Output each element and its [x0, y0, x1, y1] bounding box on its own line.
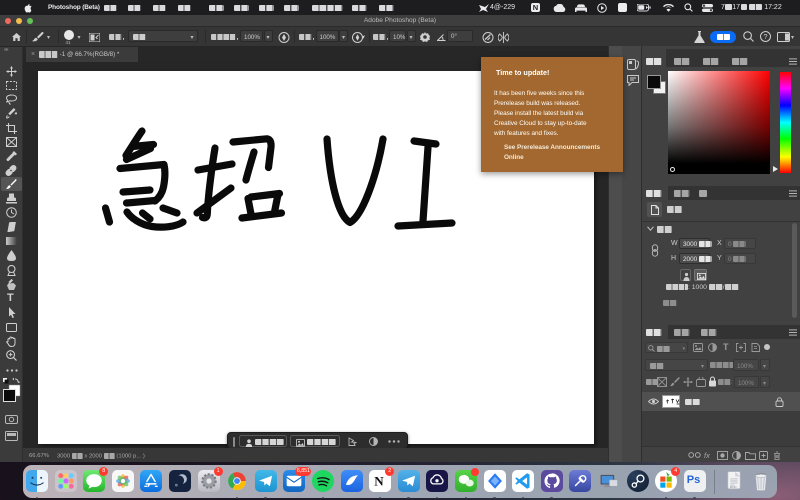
- svg-text:?: ?: [763, 32, 767, 41]
- svg-text:N: N: [374, 473, 384, 488]
- svg-text:DOC: DOC: [729, 484, 737, 488]
